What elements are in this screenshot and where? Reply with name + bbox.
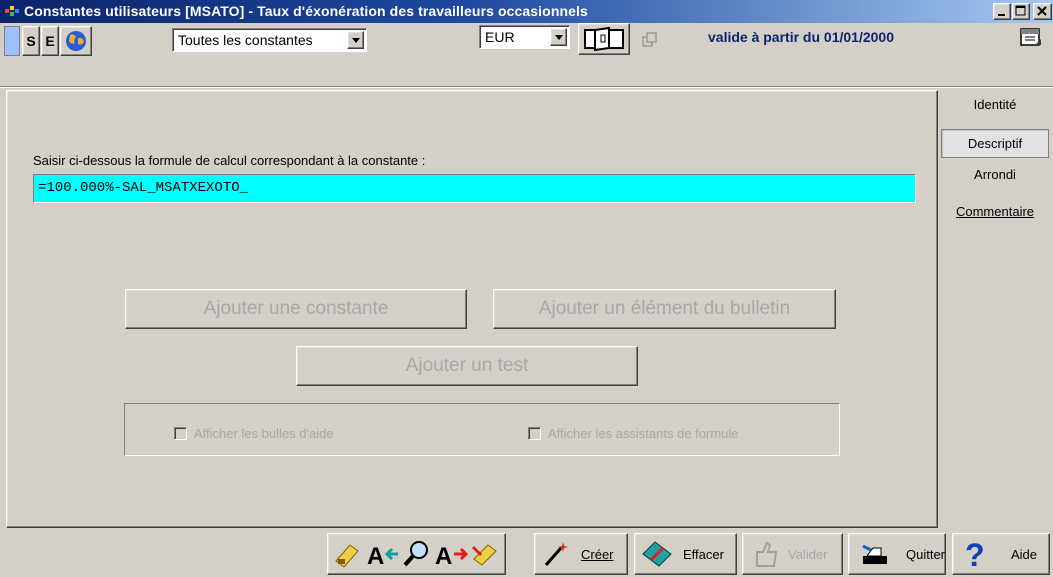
tab-descriptif[interactable]: Descriptif bbox=[941, 129, 1049, 158]
tab-arrondi[interactable]: Arrondi bbox=[941, 161, 1049, 190]
blank-mode-button[interactable] bbox=[4, 26, 20, 56]
eraser-icon bbox=[642, 541, 672, 567]
help-label: Aide bbox=[1011, 547, 1038, 562]
tab-identite[interactable]: Identité bbox=[941, 91, 1049, 120]
toolbar-separator bbox=[0, 86, 1053, 88]
erase-label: Effacer bbox=[683, 547, 724, 562]
maximize-button[interactable] bbox=[1012, 3, 1030, 20]
chevron-down-icon[interactable] bbox=[550, 28, 567, 46]
minimize-icon bbox=[998, 14, 1005, 16]
add-test-button[interactable]: Ajouter un test bbox=[296, 346, 638, 386]
toolbar: S E Toutes les constantes EUR valide à p… bbox=[0, 23, 1053, 85]
mode-s-button[interactable]: S bbox=[22, 26, 40, 56]
copy-icon[interactable] bbox=[641, 31, 659, 49]
svg-text:A: A bbox=[435, 543, 452, 569]
checkbox-icon[interactable] bbox=[174, 427, 187, 440]
title-bar: Constantes utilisateurs [MSATO] - Taux d… bbox=[0, 0, 1053, 23]
exit-icon bbox=[862, 544, 887, 564]
create-label: Créer bbox=[581, 547, 614, 562]
currency-value: EUR bbox=[485, 29, 515, 45]
calendar-icon[interactable] bbox=[1019, 25, 1043, 49]
chevron-down-icon[interactable] bbox=[347, 31, 364, 49]
mode-e-button[interactable]: E bbox=[41, 26, 59, 56]
globe-button[interactable] bbox=[60, 26, 92, 56]
checkbox-icon[interactable] bbox=[528, 427, 541, 440]
magic-wand-icon bbox=[544, 542, 568, 566]
search-icon[interactable] bbox=[402, 539, 432, 569]
open-book-button[interactable] bbox=[578, 23, 630, 55]
add-element-button[interactable]: Ajouter un élément du bulletin bbox=[493, 289, 836, 329]
constants-filter-select[interactable]: Toutes les constantes bbox=[172, 28, 367, 52]
window-title: Constantes utilisateurs [MSATO] - Taux d… bbox=[24, 3, 588, 19]
font-left-icon[interactable]: A bbox=[366, 539, 400, 569]
thumbs-up-icon bbox=[756, 541, 778, 567]
tag-edit-icon[interactable] bbox=[470, 539, 500, 569]
close-button[interactable] bbox=[1033, 3, 1052, 20]
close-icon bbox=[1037, 6, 1047, 16]
pencil-tag-icon[interactable] bbox=[332, 539, 362, 569]
formula-input[interactable]: =100.000%-SAL_MSATXEXOTO_ bbox=[33, 174, 916, 203]
globe-icon bbox=[66, 31, 86, 51]
book-open-icon bbox=[584, 26, 624, 52]
show-assistants-label: Afficher les assistants de formule bbox=[548, 426, 739, 441]
show-help-label: Afficher les bulles d'aide bbox=[194, 426, 334, 441]
svg-text:?: ? bbox=[965, 538, 985, 570]
add-constant-button[interactable]: Ajouter une constante bbox=[125, 289, 467, 329]
font-right-icon[interactable]: A bbox=[434, 539, 468, 569]
quit-label: Quitter bbox=[906, 547, 946, 562]
formula-label: Saisir ci-dessous la formule de calcul c… bbox=[33, 153, 426, 168]
create-button[interactable]: Créer bbox=[534, 533, 628, 575]
minimize-button[interactable] bbox=[993, 3, 1011, 20]
quit-button[interactable]: Quitter bbox=[848, 533, 946, 575]
tab-commentaire[interactable]: Commentaire bbox=[941, 198, 1049, 227]
valid-from-label: valide à partir du 01/01/2000 bbox=[708, 29, 894, 45]
validate-button[interactable]: Valider bbox=[742, 533, 843, 575]
help-button[interactable]: ? Aide bbox=[952, 533, 1050, 575]
question-mark-icon: ? bbox=[965, 538, 985, 570]
app-icon bbox=[5, 6, 19, 16]
validate-label: Valider bbox=[788, 547, 828, 562]
bottom-icon-group: A A bbox=[327, 533, 506, 575]
svg-text:A: A bbox=[367, 543, 384, 569]
constants-filter-value: Toutes les constantes bbox=[178, 32, 313, 48]
erase-button[interactable]: Effacer bbox=[634, 533, 737, 575]
currency-select[interactable]: EUR bbox=[479, 25, 570, 49]
maximize-icon bbox=[1015, 5, 1026, 16]
